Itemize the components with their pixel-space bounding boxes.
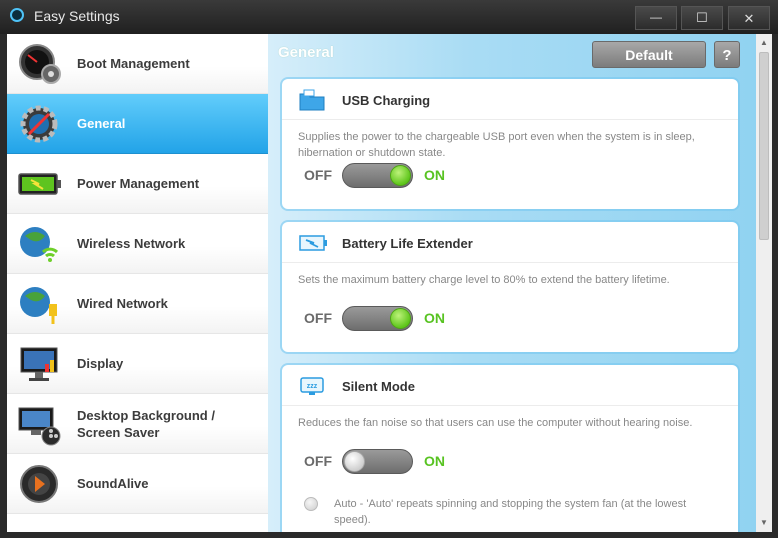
sidebar-item-label: Display [77,356,124,371]
sidebar-item-label: Desktop Background / Screen Saver [77,407,257,441]
toggle-knob [344,451,365,472]
sidebar-item-desktop-background-screen-saver[interactable]: Desktop Background / Screen Saver [7,394,268,454]
sidebar-item-wireless-network[interactable]: Wireless Network [7,214,268,274]
default-button[interactable]: Default [592,41,706,68]
sidebar-item-label: Boot Management [77,56,190,71]
battery-life-extender-card: Battery Life Extender Sets the maximum b… [282,222,738,352]
card-header: zzz Silent Mode [282,365,738,406]
card-description: Sets the maximum battery charge level to… [298,274,670,286]
toggle-on-label: ON [424,167,445,183]
usb-charging-toggle[interactable] [342,163,413,188]
desktop-film-icon [18,407,61,446]
silent-mode-card: zzz Silent Mode Reduces the fan noise so… [282,365,738,532]
card-title: Battery Life Extender [342,236,473,251]
toggle-on-label: ON [424,453,445,469]
toggle-off-label: OFF [304,453,332,469]
close-button[interactable]: ✕ [728,6,770,30]
scroll-up-icon[interactable]: ▲ [756,36,772,50]
card-header: USB Charging [282,79,738,120]
battery-extender-icon [299,235,327,251]
speedometer-gear-icon [19,44,61,84]
scroll-thumb[interactable] [759,52,769,240]
app-window: Easy Settings — ☐ ✕ Boot Management Gene… [0,0,778,538]
title-bar[interactable]: Easy Settings — ☐ ✕ [0,0,778,34]
monitor-icon [20,347,58,381]
sidebar-item-power-management[interactable]: Power Management [7,154,268,214]
toggle-knob [390,308,411,329]
svg-text:zzz: zzz [307,383,318,390]
help-button[interactable]: ? [714,41,740,68]
maximize-icon: ☐ [696,10,708,25]
wired-globe-icon [20,287,57,324]
sidebar-item-label: Wireless Network [77,236,186,251]
card-title: Silent Mode [342,379,415,394]
toggle-on-label: ON [424,310,445,326]
toggle-knob [390,165,411,186]
window-title: Easy Settings [34,8,120,24]
minimize-icon: — [650,10,662,24]
sidebar-item-label: Power Management [77,176,200,191]
battery-life-extender-toggle[interactable] [342,306,413,331]
sidebar-item-label: Wired Network [77,296,168,311]
auto-mode-radio[interactable] [304,497,318,511]
minimize-button[interactable]: — [635,6,677,30]
sidebar-item-boot-management[interactable]: Boot Management [7,34,268,94]
sidebar: Boot Management General Power Management [7,34,268,532]
silent-mode-zzz-icon: zzz [300,377,324,395]
sidebar-item-soundalive[interactable]: SoundAlive [7,454,268,514]
wireless-globe-icon [20,227,59,262]
sidebar-item-label: SoundAlive [77,476,149,491]
close-icon: ✕ [743,11,755,26]
gear-icon [20,105,58,143]
sidebar-item-wired-network[interactable]: Wired Network [7,274,268,334]
usb-charging-card: USB Charging Supplies the power to the c… [282,79,738,209]
card-header: Battery Life Extender [282,222,738,263]
vertical-scrollbar[interactable]: ▲ ▼ [756,34,772,532]
sidebar-item-display[interactable]: Display [7,334,268,394]
usb-folder-icon [299,89,325,111]
sidebar-item-label: General [77,116,126,131]
sidebar-item-general[interactable]: General [7,94,268,154]
card-description: Supplies the power to the chargeable USB… [298,131,695,159]
card-description: Reduces the fan noise so that users can … [298,417,693,429]
scroll-down-icon[interactable]: ▼ [756,516,772,530]
main-panel: General Default ? USB Charging Supplies … [268,34,772,532]
sidebar-item-label-line1: Desktop Background / [77,408,215,423]
silent-mode-toggle[interactable] [342,449,413,474]
app-logo-icon [10,8,24,22]
toggle-off-label: OFF [304,167,332,183]
auto-mode-label: Auto - 'Auto' repeats spinning and stopp… [334,498,687,526]
battery-icon [18,173,61,195]
maximize-button[interactable]: ☐ [681,6,723,30]
sidebar-item-label-line2: Screen Saver [77,425,160,440]
speaker-icon [20,465,58,503]
page-title: General [278,44,334,61]
toggle-off-label: OFF [304,310,332,326]
card-title: USB Charging [342,93,431,108]
